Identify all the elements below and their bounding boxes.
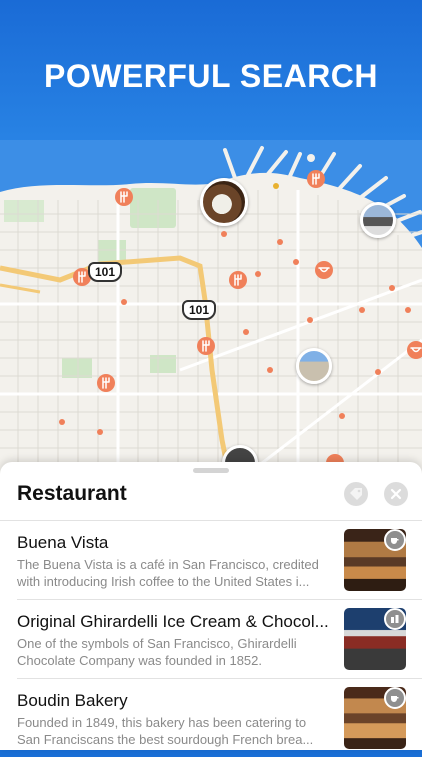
route-shield-101: 101 [88,262,123,282]
coffee-cup-icon [384,529,406,551]
photo-pin-building[interactable] [360,202,396,238]
sheet-grabber[interactable] [193,468,229,473]
map-view[interactable]: 101 101 [0,140,422,480]
result-thumbnail [344,529,406,591]
tag-filter-button[interactable] [344,482,368,506]
result-description: One of the symbols of San Francisco, Ghi… [17,636,297,668]
tag-icon [350,488,362,500]
headline: POWERFUL SEARCH [43,58,379,94]
result-title: Original Ghirardelli Ice Cream & Chocol.… [17,612,329,631]
results-sheet[interactable]: Restaurant Buena Vista The Buena Vista i… [0,462,422,750]
route-shield-101: 101 [182,300,217,320]
result-description: Founded in 1849, this bakery has been ca… [17,715,314,747]
result-title: Boudin Bakery [17,691,128,710]
sheet-title: Restaurant [17,482,127,505]
result-row-buena-vista[interactable]: Buena Vista The Buena Vista is a café in… [0,521,422,599]
result-title: Buena Vista [17,533,109,552]
result-thumbnail [344,687,406,749]
result-row-boudin[interactable]: Boudin Bakery Founded in 1849, this bake… [0,679,422,757]
photo-pin-landmark[interactable] [296,348,332,384]
close-icon [390,488,402,500]
result-thumbnail [344,608,406,670]
result-row-ghirardelli[interactable]: Original Ghirardelli Ice Cream & Chocol.… [0,600,422,678]
close-button[interactable] [384,482,408,506]
chess-pieces-icon [384,608,406,630]
result-description: The Buena Vista is a café in San Francis… [17,557,319,589]
photo-pin-cafe[interactable] [200,178,248,226]
coffee-cup-icon [384,687,406,709]
